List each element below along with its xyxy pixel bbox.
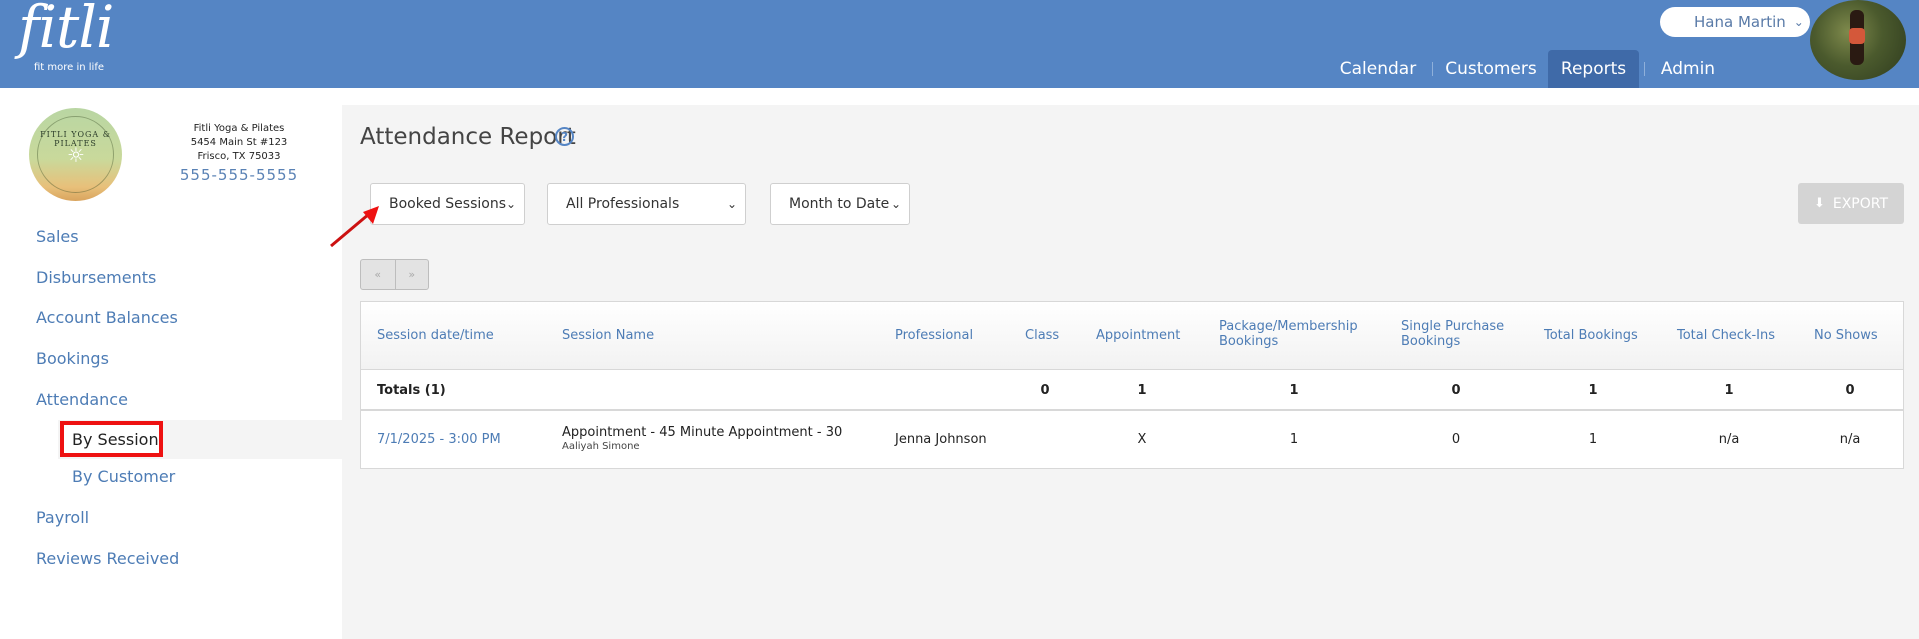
chevron-down-icon: ⌄	[505, 197, 516, 211]
sidebar-item-by-session[interactable]: By Session	[60, 421, 163, 457]
sidebar-item-disbursements[interactable]: Disbursements	[36, 268, 156, 287]
totals-checkins: 1	[1724, 383, 1734, 398]
totals-row: Totals (1) 0 1 1 0 1 1 0	[361, 371, 1903, 411]
nav-separator	[1432, 62, 1433, 76]
avatar[interactable]	[1810, 0, 1906, 80]
sidebar-item-bookings[interactable]: Bookings	[36, 349, 109, 368]
col-appointment[interactable]: Appointment	[1096, 328, 1180, 343]
session-total-bookings: 1	[1588, 432, 1598, 447]
meditation-icon: ☼	[67, 143, 85, 167]
col-single-line1: Single Purchase	[1401, 319, 1505, 334]
session-customer: Aaliyah Simone	[562, 441, 640, 452]
attendance-table: Session date/time Session Name Professio…	[360, 301, 1904, 469]
col-session-name[interactable]: Session Name	[562, 328, 654, 343]
col-total-bookings[interactable]: Total Bookings	[1544, 328, 1638, 343]
col-single-purchase[interactable]: Single Purchase Bookings	[1401, 319, 1504, 349]
nav-calendar-label: Calendar	[1339, 59, 1417, 79]
totals-appointment: 1	[1137, 383, 1147, 398]
table-row: 7/1/2025 - 3:00 PM Appointment - 45 Minu…	[361, 413, 1903, 469]
col-professional[interactable]: Professional	[895, 328, 973, 343]
professional-value: All Professionals	[566, 196, 680, 212]
help-icon[interactable]: ?	[555, 127, 574, 146]
fitli-logo[interactable]: fitli fit more in life	[14, 0, 114, 80]
report-type-value: Booked Sessions	[389, 196, 507, 212]
col-session-datetime[interactable]: Session date/time	[377, 328, 494, 343]
logo-tagline: fit more in life	[34, 62, 105, 73]
top-header: fitli fit more in life Hana Martin ⌄ Cal…	[0, 0, 1919, 88]
session-datetime-link[interactable]: 7/1/2025 - 3:00 PM	[377, 432, 501, 447]
professional-select[interactable]: All Professionals ⌄	[547, 183, 746, 225]
session-name: Appointment - 45 Minute Appointment - 30	[562, 425, 843, 440]
session-single: 0	[1451, 432, 1461, 447]
chevron-down-icon: ⌄	[890, 197, 901, 211]
studio-name: Fitli Yoga & Pilates	[193, 123, 285, 134]
studio-address-line1: 5454 Main St #123	[190, 137, 288, 148]
totals-package: 1	[1289, 383, 1299, 398]
avatar-figure-top	[1849, 28, 1865, 44]
col-total-checkins[interactable]: Total Check-Ins	[1677, 328, 1775, 343]
col-package-membership[interactable]: Package/Membership Bookings	[1219, 319, 1358, 349]
export-button[interactable]: ⬇ EXPORT	[1798, 183, 1904, 224]
totals-no-shows: 0	[1845, 383, 1855, 398]
chevron-down-icon: ⌄	[1793, 15, 1804, 29]
nav-separator	[1644, 62, 1645, 76]
nav-customers-label: Customers	[1445, 59, 1537, 79]
sidebar-item-attendance[interactable]: Attendance	[36, 390, 128, 409]
sidebar-item-by-session-label: By Session	[72, 429, 159, 449]
session-package: 1	[1289, 432, 1299, 447]
nav-admin[interactable]: Admin	[1654, 50, 1722, 88]
session-professional: Jenna Johnson	[895, 432, 987, 447]
export-label: EXPORT	[1832, 195, 1889, 212]
col-no-shows[interactable]: No Shows	[1814, 328, 1878, 343]
logo-text: fitli	[18, 0, 114, 61]
sidebar-item-reviews-received[interactable]: Reviews Received	[36, 549, 179, 568]
sidebar-item-payroll[interactable]: Payroll	[36, 508, 89, 527]
studio-logo: FITLI YOGA & PILATES ☼	[29, 108, 122, 201]
session-checkins: n/a	[1718, 432, 1740, 447]
studio-address: Fitli Yoga & Pilates 5454 Main St #123 F…	[170, 122, 308, 164]
user-name: Hana Martin	[1694, 13, 1786, 31]
pager: « »	[360, 259, 429, 290]
col-class[interactable]: Class	[1025, 328, 1059, 343]
sidebar-item-by-customer[interactable]: By Customer	[72, 467, 175, 486]
table-header: Session date/time Session Name Professio…	[361, 302, 1903, 370]
totals-total-bookings: 1	[1588, 383, 1598, 398]
page-title: Attendance Report	[360, 124, 576, 150]
date-range-value: Month to Date	[789, 196, 890, 212]
studio-phone[interactable]: 555-555-5555	[170, 166, 308, 184]
nav-reports[interactable]: Reports	[1548, 50, 1639, 88]
download-icon: ⬇	[1813, 196, 1825, 211]
session-appointment: X	[1137, 432, 1147, 447]
red-arrow-annotation	[330, 206, 379, 248]
totals-single: 0	[1451, 383, 1461, 398]
nav-calendar[interactable]: Calendar	[1332, 50, 1424, 88]
totals-class: 0	[1040, 383, 1050, 398]
sidebar-item-sales[interactable]: Sales	[36, 227, 79, 246]
nav-customers[interactable]: Customers	[1443, 50, 1539, 88]
user-menu-button[interactable]: Hana Martin ⌄	[1660, 7, 1810, 37]
date-range-select[interactable]: Month to Date ⌄	[770, 183, 910, 225]
sidebar-item-account-balances[interactable]: Account Balances	[36, 308, 178, 327]
report-type-select[interactable]: Booked Sessions ⌄	[370, 183, 525, 225]
chevron-down-icon: ⌄	[726, 197, 737, 211]
pager-next-button[interactable]: »	[394, 260, 429, 289]
nav-reports-label: Reports	[1560, 59, 1627, 79]
col-package-line1: Package/Membership	[1219, 319, 1358, 334]
col-package-line2: Bookings	[1219, 334, 1279, 349]
session-no-shows: n/a	[1839, 432, 1861, 447]
nav-admin-label: Admin	[1660, 59, 1716, 79]
totals-label: Totals (1)	[377, 383, 446, 398]
pager-prev-button[interactable]: «	[361, 260, 395, 289]
studio-address-line2: Frisco, TX 75033	[197, 151, 281, 162]
col-single-line2: Bookings	[1401, 334, 1461, 349]
